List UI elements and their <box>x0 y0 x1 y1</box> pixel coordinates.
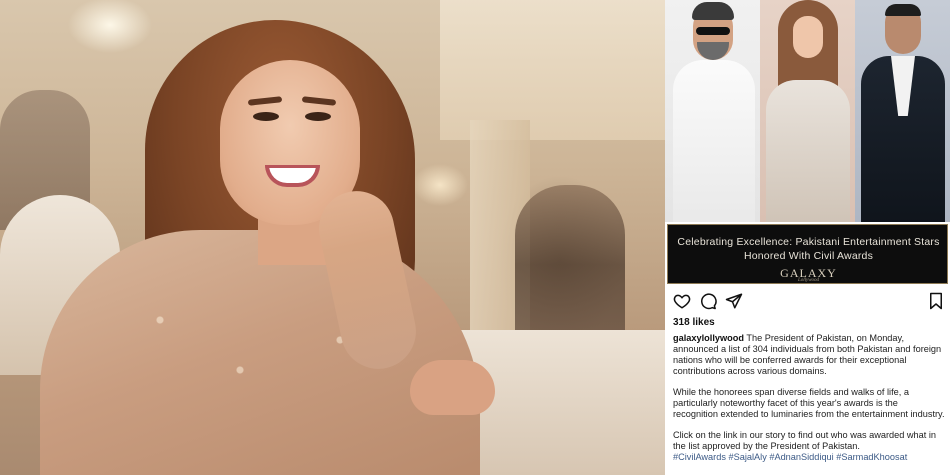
beard <box>697 42 729 60</box>
share-icon[interactable] <box>725 292 743 310</box>
hashtags[interactable]: #CivilAwards #SajalAly #AdnanSiddiqui #S… <box>673 452 907 462</box>
banner-title-line-2: Honored With Civil Awards <box>743 250 874 262</box>
hair <box>885 4 921 16</box>
likes-count[interactable]: 318 likes <box>673 317 715 328</box>
sunglasses <box>696 27 730 35</box>
galaxy-logo-sub: Lollywood <box>797 278 820 283</box>
caption-paragraph-3: Click on the link in our story to find o… <box>673 430 945 463</box>
portrait-woman <box>760 0 855 222</box>
post-caption: galaxylollywood The President of Pakista… <box>673 333 945 473</box>
comment-icon[interactable] <box>699 292 717 310</box>
heart-icon[interactable] <box>673 292 691 310</box>
left-eye <box>253 112 279 121</box>
right-eye <box>305 112 331 121</box>
embellished-saree <box>766 80 850 222</box>
username-link[interactable]: galaxylollywood <box>673 333 744 343</box>
portrait-man-suit <box>855 0 950 222</box>
caption-text-3: Click on the link in our story to find o… <box>673 430 936 451</box>
bookmark-icon[interactable] <box>927 292 945 310</box>
open-hand <box>410 360 495 415</box>
post-image-banner: Celebrating Excellence: Pakistani Entert… <box>667 224 948 284</box>
instagram-post: Celebrating Excellence: Pakistani Entert… <box>665 0 950 475</box>
white-shirt <box>673 60 755 222</box>
post-action-bar <box>673 292 945 310</box>
portrait-man-sunglasses <box>665 0 760 222</box>
banner-title: Celebrating Excellence: Pakistani Entert… <box>668 235 949 263</box>
background-window <box>440 0 665 140</box>
featured-photo <box>0 0 665 475</box>
caption-paragraph-2: While the honorees span diverse fields a… <box>673 387 945 419</box>
banner-title-line-1: Celebrating Excellence: Pakistani Entert… <box>677 236 940 248</box>
hair <box>692 2 734 20</box>
caption-paragraph-1: galaxylollywood The President of Pakista… <box>673 333 945 377</box>
post-image-portraits <box>665 0 950 222</box>
head <box>793 16 823 58</box>
